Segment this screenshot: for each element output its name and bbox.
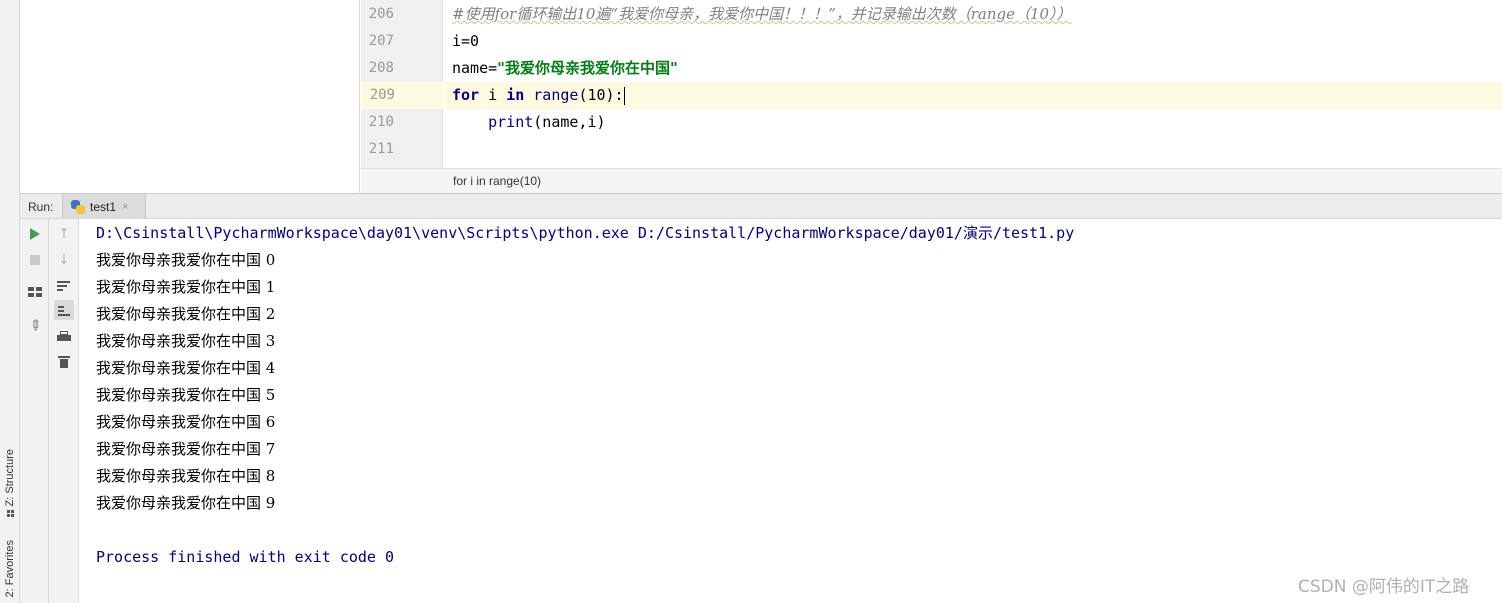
- code-line-208[interactable]: name="我爱你母亲我爱你在中国": [444, 55, 1502, 82]
- layout-icon: [28, 287, 42, 297]
- code-area[interactable]: #使用for循环输出10遍“我爱你母亲，我爱你中国！！！”，并记录输出次数（ra…: [444, 0, 1502, 168]
- line-number-current: 209: [361, 82, 443, 109]
- code-line-206[interactable]: #使用for循环输出10遍“我爱你母亲，我爱你中国！！！”，并记录输出次数（ra…: [444, 1, 1502, 28]
- line-number: 207: [368, 33, 394, 49]
- python-icon: [71, 199, 85, 214]
- next-occurrence-button[interactable]: ↓: [54, 250, 74, 270]
- line-number: 206: [368, 6, 394, 22]
- run-tab-label: test1: [90, 199, 117, 214]
- run-toolbar-primary: ✎: [20, 219, 49, 603]
- keyword-for: for: [452, 86, 480, 104]
- stop-button[interactable]: [25, 250, 45, 270]
- console-output-line: 我爱你母亲我爱你在中国 8: [96, 467, 276, 485]
- trash-icon: [58, 356, 70, 368]
- console-output-line: 我爱你母亲我爱你在中国 1: [96, 278, 276, 296]
- code-line-209-current[interactable]: for i in range(10):: [444, 82, 1502, 109]
- structure-tab[interactable]: Z: Structure: [2, 440, 18, 526]
- keyword-in: in: [506, 86, 525, 104]
- watermark-text: CSDN @阿伟的IT之路: [1298, 577, 1470, 597]
- builtin-range: range: [533, 86, 579, 104]
- code-editor[interactable]: 206 207 208 209 210 211 #使用for循环输出10遍“我爱…: [361, 0, 1502, 193]
- line-number: 208: [368, 60, 394, 76]
- structure-tab-label: Z: Structure: [4, 449, 16, 507]
- structure-icon: [6, 509, 14, 517]
- console-output-line: 我爱你母亲我爱你在中国 5: [96, 386, 276, 404]
- code-range-args: (10):: [578, 86, 624, 104]
- code-assignment: i=0: [452, 32, 480, 50]
- favorites-tab-label: 2: Favorites: [4, 540, 16, 598]
- print-icon: [57, 331, 71, 343]
- previous-occurrence-button[interactable]: ↑: [54, 224, 74, 244]
- code-string-literal: "我爱你母亲我爱你在中国": [497, 59, 678, 77]
- print-button[interactable]: [54, 327, 74, 347]
- editor-breadcrumb[interactable]: for i in range(10): [361, 168, 1502, 193]
- arrow-down-icon: ↓: [58, 252, 70, 268]
- clear-all-button[interactable]: [54, 352, 74, 372]
- line-number: 211: [368, 141, 394, 157]
- console-exit-message: Process finished with exit code 0: [96, 548, 395, 566]
- run-tab-test1[interactable]: test1 ×: [62, 194, 146, 219]
- console-output-line: 我爱你母亲我爱你在中国 0: [96, 251, 276, 269]
- text-caret: [623, 86, 625, 105]
- soft-wrap-icon: [57, 280, 71, 292]
- run-console[interactable]: D:\Csinstall\PycharmWorkspace\day01\venv…: [80, 219, 1502, 603]
- code-line-207[interactable]: i=0: [444, 28, 1502, 55]
- console-output-line: 我爱你母亲我爱你在中国 9: [96, 494, 276, 512]
- left-tool-stripe: Z: Structure 2: Favorites: [0, 0, 20, 603]
- favorites-tab[interactable]: 2: Favorites: [2, 540, 18, 603]
- breadcrumb-item[interactable]: for i in range(10): [453, 174, 541, 188]
- run-icon: [30, 228, 40, 240]
- console-command-line[interactable]: D:\Csinstall\PycharmWorkspace\day01\venv…: [96, 220, 1074, 247]
- code-name-prefix: name=: [452, 59, 498, 77]
- code-print-args: (name,i): [533, 113, 606, 131]
- scroll-to-end-icon: [58, 304, 70, 316]
- code-line-210[interactable]: print(name,i): [444, 109, 1502, 136]
- code-loop-var: i: [479, 86, 507, 104]
- stop-icon: [30, 255, 40, 265]
- line-number-gutter: 206 207 208 209 210 211: [361, 0, 443, 168]
- run-tool-window-header: Run: test1 ×: [20, 193, 1502, 219]
- console-output-line: 我爱你母亲我爱你在中国 6: [96, 413, 276, 431]
- console-output-line: 我爱你母亲我爱你在中国 3: [96, 332, 276, 350]
- project-panel: [20, 0, 360, 193]
- soft-wrap-button[interactable]: [54, 276, 74, 296]
- console-output-line: 我爱你母亲我爱你在中国 7: [96, 440, 276, 458]
- builtin-print: print: [488, 113, 534, 131]
- arrow-up-icon: ↑: [58, 226, 70, 242]
- scroll-to-end-button[interactable]: [54, 300, 74, 320]
- console-output-line: 我爱你母亲我爱你在中国 2: [96, 305, 276, 323]
- run-toolbar-secondary: ↑ ↓: [49, 219, 79, 603]
- console-output-line: 我爱你母亲我爱你在中国 4: [96, 359, 276, 377]
- run-label: Run:: [28, 200, 54, 214]
- code-comment: #使用for循环输出10遍“我爱你母亲，我爱你中国！！！”，并记录输出次数（ra…: [452, 5, 1072, 23]
- close-icon[interactable]: ×: [122, 201, 128, 213]
- restore-layout-button[interactable]: [25, 282, 45, 302]
- rerun-button[interactable]: [25, 224, 45, 244]
- pin-tab-button[interactable]: ✎: [25, 316, 45, 336]
- code-line-211[interactable]: [444, 136, 1502, 163]
- pin-icon: ✎: [25, 316, 45, 336]
- line-number: 210: [368, 114, 394, 130]
